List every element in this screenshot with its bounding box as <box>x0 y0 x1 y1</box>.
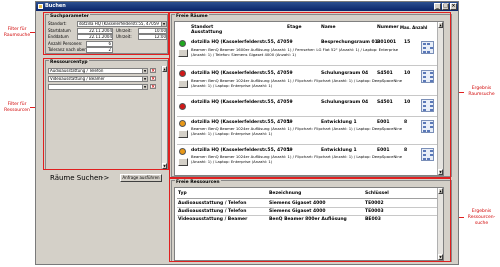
arrow-icon: -> <box>101 174 110 182</box>
annotation-filter-ressourcen: Filter für Ressourcen <box>4 102 30 113</box>
raeume-suchen-label: Räume Suchen <box>50 174 103 182</box>
annotation-ergebnis-ressourcensuche: Ergebnis Ressourcen- suche <box>467 209 496 226</box>
minimize-button[interactable]: _ <box>434 3 441 10</box>
anfrage-ausfuehren-button[interactable]: Anfrage ausführen <box>120 174 162 182</box>
maximize-button[interactable]: □ <box>442 3 449 10</box>
annotation-box-suchparameter <box>43 12 169 55</box>
title-bar: Buchen _ □ × <box>36 2 458 11</box>
app-icon <box>38 4 43 9</box>
annotation-filter-raumsuche: Filter für Raumsuche <box>3 27 31 38</box>
annotation-box-freie-raeume <box>169 12 451 178</box>
annotation-box-ressourcentyp <box>43 58 169 170</box>
close-button[interactable]: × <box>450 3 457 10</box>
annotation-box-freie-ressourcen <box>169 178 451 262</box>
window-title: Buchen <box>45 3 66 9</box>
annotation-ergebnis-raumsuche: Ergebnis Raumsuche <box>468 86 495 97</box>
